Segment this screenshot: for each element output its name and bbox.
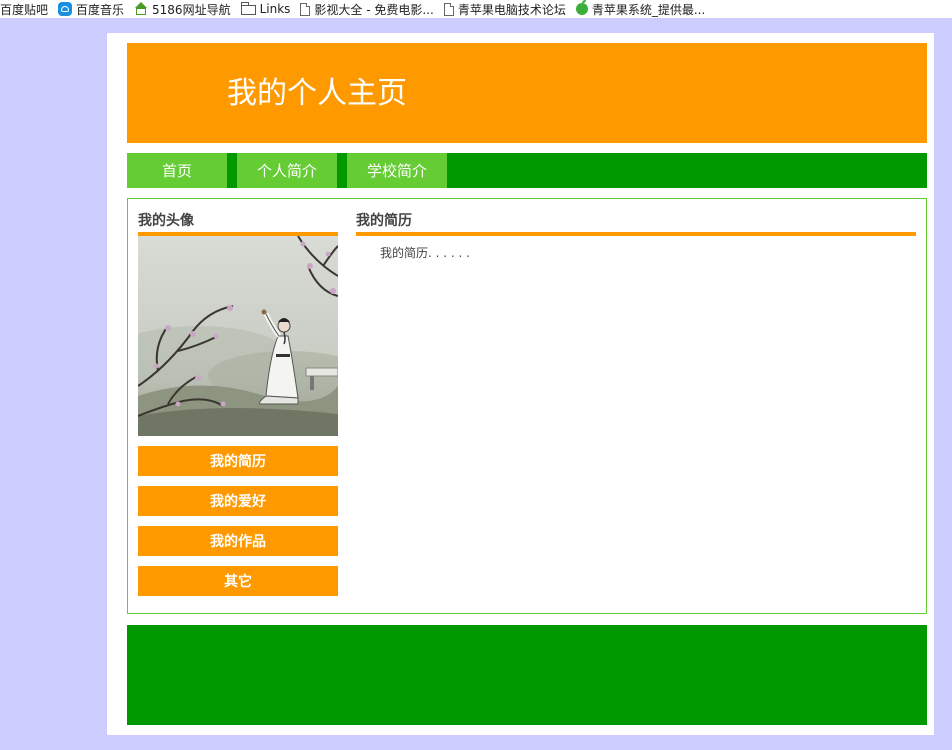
page-icon	[443, 2, 454, 16]
avatar-painting	[138, 236, 338, 436]
home-icon	[134, 2, 148, 16]
bookmark-label: 百度贴吧	[0, 2, 49, 17]
main-nav: 首页 个人简介 学校简介	[127, 153, 927, 188]
bookmarks-bar: 百度贴吧 百度音乐 5186网址导航 Links 影视大全 - 免费电影... …	[0, 0, 952, 18]
bookmark-label: Links	[259, 2, 291, 16]
apple-icon	[575, 0, 588, 15]
folder-icon	[240, 2, 256, 15]
resume-text: 我的简历. . . . . .	[380, 246, 470, 260]
music-icon	[58, 2, 73, 16]
nav-item-school[interactable]: 学校简介	[347, 153, 447, 188]
page-container: 我的个人主页 首页 个人简介 学校简介 我的头像 我的简历 我的爱好 我的作品 …	[107, 33, 934, 735]
bookmark-links[interactable]: Links	[240, 2, 291, 16]
bookmark-music[interactable]: 百度音乐	[58, 1, 124, 18]
page-icon	[300, 2, 311, 16]
bookmark-label: 百度音乐	[76, 2, 125, 17]
bookmark-label: 影视大全 - 免费电影...	[314, 2, 434, 17]
bookmark-5186[interactable]: 5186网址导航	[134, 1, 231, 18]
avatar-heading: 我的头像	[138, 210, 338, 236]
sidebar: 我的头像 我的简历 我的爱好 我的作品 其它	[138, 199, 338, 596]
bookmark-label: 青苹果系统_提供最...	[591, 2, 706, 17]
sidebar-button-other[interactable]: 其它	[138, 566, 338, 596]
bookmark-movies[interactable]: 影视大全 - 免费电影...	[300, 1, 434, 18]
resume-heading: 我的简历	[356, 210, 916, 236]
site-title: 我的个人主页	[227, 76, 407, 111]
sidebar-button-hobbies[interactable]: 我的爱好	[138, 486, 338, 516]
nav-item-profile[interactable]: 个人简介	[237, 153, 337, 188]
sidebar-button-resume[interactable]: 我的简历	[138, 446, 338, 476]
main-section: 我的简历 我的简历. . . . . .	[356, 199, 916, 261]
nav-item-home[interactable]: 首页	[127, 153, 227, 188]
site-footer	[127, 625, 927, 725]
bookmark-label: 青苹果电脑技术论坛	[457, 2, 566, 17]
bookmark-tieba[interactable]: 百度贴吧	[0, 1, 48, 18]
bookmark-forum[interactable]: 青苹果电脑技术论坛	[443, 1, 566, 18]
bookmark-apple-system[interactable]: 青苹果系统_提供最...	[575, 0, 706, 18]
avatar-image	[138, 236, 338, 436]
site-header: 我的个人主页	[127, 43, 927, 143]
sidebar-button-works[interactable]: 我的作品	[138, 526, 338, 556]
content-area: 我的头像 我的简历 我的爱好 我的作品 其它 我的简历 我的简历. . . . …	[127, 198, 927, 614]
bookmark-label: 5186网址导航	[152, 2, 231, 17]
